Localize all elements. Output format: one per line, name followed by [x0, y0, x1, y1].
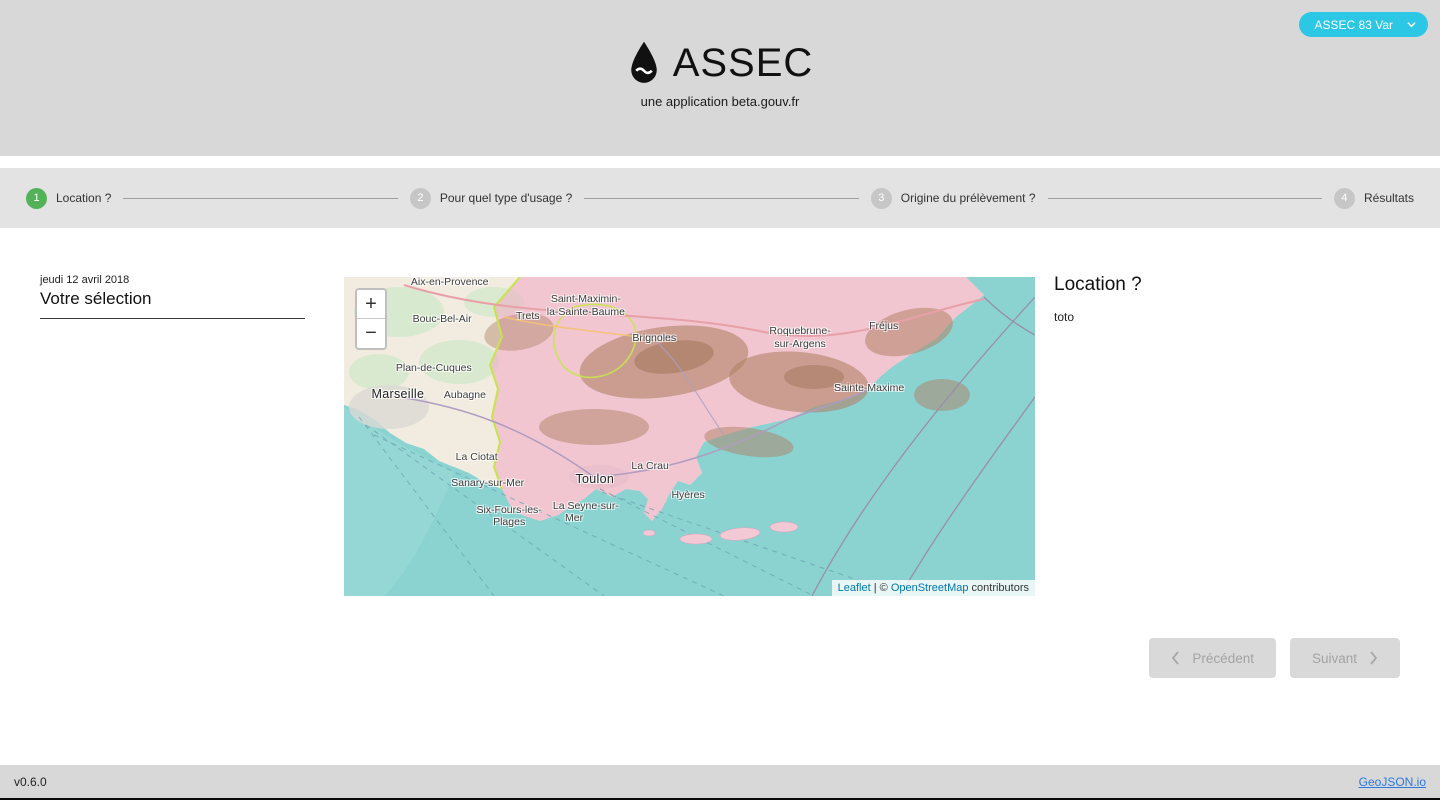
- step-connector: [584, 198, 858, 199]
- app-subtitle: une application beta.gouv.fr: [0, 94, 1440, 109]
- chevron-down-icon: [1407, 20, 1416, 29]
- step-resultats[interactable]: 4 Résultats: [1334, 188, 1414, 209]
- step-location[interactable]: 1 Location ?: [26, 188, 111, 209]
- next-button[interactable]: Suivant: [1290, 638, 1400, 678]
- step-usage[interactable]: 2 Pour quel type d'usage ?: [410, 188, 572, 209]
- attribution-suffix: contributors: [968, 582, 1029, 594]
- attribution-separator: | ©: [871, 582, 891, 594]
- footer: v0.6.0 GeoJSON.io: [0, 765, 1440, 798]
- next-button-label: Suivant: [1312, 651, 1357, 666]
- map-graphic: [344, 277, 1035, 596]
- main-content: jeudi 12 avril 2018 Votre sélection: [0, 228, 1440, 765]
- wizard-nav: Précédent Suivant: [1149, 638, 1400, 678]
- map-attribution: Leaflet | © OpenStreetMap contributors: [832, 580, 1035, 596]
- stepper: 1 Location ? 2 Pour quel type d'usage ? …: [0, 168, 1440, 228]
- location-panel: Location ? toto: [1054, 274, 1142, 324]
- region-selector-label: ASSEC 83 Var: [1315, 18, 1393, 32]
- water-drop-icon: [627, 40, 661, 86]
- chevron-right-icon: [1369, 651, 1378, 665]
- step-3-circle: 3: [871, 188, 892, 209]
- header: ASSEC 83 Var ASSEC une application beta.…: [0, 0, 1440, 156]
- step-3-label: Origine du prélèvement ?: [901, 191, 1036, 205]
- selection-title: Votre sélection: [40, 289, 305, 319]
- chevron-left-icon: [1171, 651, 1180, 665]
- leaflet-map[interactable]: Aix-en-ProvenceSaint-Maximin-la-Sainte-B…: [344, 277, 1035, 596]
- app-version: v0.6.0: [14, 775, 47, 789]
- step-2-label: Pour quel type d'usage ?: [440, 191, 572, 205]
- selection-date: jeudi 12 avril 2018: [40, 274, 305, 286]
- step-4-circle: 4: [1334, 188, 1355, 209]
- selection-block: jeudi 12 avril 2018 Votre sélection: [40, 274, 305, 319]
- previous-button-label: Précédent: [1192, 651, 1254, 666]
- leaflet-link[interactable]: Leaflet: [838, 582, 871, 594]
- app-title: ASSEC: [673, 41, 814, 86]
- openstreetmap-link[interactable]: OpenStreetMap: [891, 582, 969, 594]
- panel-title: Location ?: [1054, 274, 1142, 296]
- step-1-circle: 1: [26, 188, 47, 209]
- zoom-in-button[interactable]: +: [357, 290, 385, 319]
- step-origine[interactable]: 3 Origine du prélèvement ?: [871, 188, 1036, 209]
- step-connector: [1048, 198, 1322, 199]
- region-selector-button[interactable]: ASSEC 83 Var: [1299, 12, 1428, 37]
- panel-value: toto: [1054, 310, 1142, 324]
- zoom-out-button[interactable]: −: [357, 319, 385, 348]
- previous-button[interactable]: Précédent: [1149, 638, 1276, 678]
- step-4-label: Résultats: [1364, 191, 1414, 205]
- step-1-label: Location ?: [56, 191, 111, 205]
- step-connector: [123, 198, 397, 199]
- geojson-link[interactable]: GeoJSON.io: [1359, 775, 1426, 789]
- map-zoom-control: + −: [355, 288, 387, 350]
- step-2-circle: 2: [410, 188, 431, 209]
